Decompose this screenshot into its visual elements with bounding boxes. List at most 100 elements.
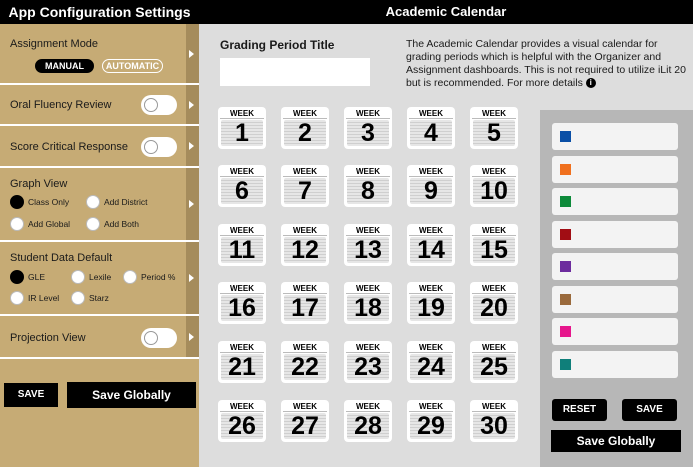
student-data-option[interactable]: Starz <box>71 291 109 305</box>
color-swatch <box>560 131 571 142</box>
week-card[interactable]: WEEK 25 <box>470 341 518 383</box>
week-card[interactable]: WEEK 17 <box>281 282 329 324</box>
color-swatch-row[interactable] <box>552 253 678 280</box>
graph-view-option[interactable]: Add District <box>86 195 147 209</box>
week-card[interactable]: WEEK 24 <box>407 341 455 383</box>
week-card[interactable]: WEEK 16 <box>218 282 266 324</box>
week-card[interactable]: WEEK 28 <box>344 400 392 442</box>
color-panel: RESET SAVE Save Globally <box>540 110 693 467</box>
week-card[interactable]: WEEK 11 <box>218 224 266 266</box>
score-critical-toggle[interactable] <box>141 137 177 157</box>
week-card[interactable]: WEEK 6 <box>218 165 266 207</box>
week-number: 15 <box>473 237 515 264</box>
color-swatch-row[interactable] <box>552 285 678 313</box>
student-data-option[interactable]: Lexile <box>71 270 111 284</box>
week-card[interactable]: WEEK 4 <box>407 107 455 149</box>
week-number: 24 <box>410 354 452 381</box>
save-globally-button[interactable]: Save Globally <box>67 382 196 408</box>
week-card[interactable]: WEEK 21 <box>218 341 266 383</box>
week-label: WEEK <box>409 401 453 412</box>
week-card[interactable]: WEEK 7 <box>281 165 329 207</box>
week-label: WEEK <box>283 166 327 177</box>
color-swatch-row[interactable] <box>552 350 678 378</box>
option-label: Class Only <box>28 197 70 207</box>
week-card[interactable]: WEEK 22 <box>281 341 329 383</box>
projection-toggle[interactable] <box>141 328 177 348</box>
oral-fluency-toggle[interactable] <box>141 95 177 115</box>
week-label: WEEK <box>283 225 327 236</box>
week-card[interactable]: WEEK 26 <box>218 400 266 442</box>
score-critical-label: Score Critical Response <box>10 141 128 153</box>
week-number: 12 <box>284 237 326 264</box>
projection-expand[interactable] <box>186 316 199 359</box>
option-label: Period % <box>141 272 176 282</box>
grading-period-title-input[interactable] <box>220 58 370 86</box>
radio-icon <box>86 217 100 231</box>
graph-view-expand[interactable] <box>186 168 199 242</box>
week-number: 16 <box>221 295 263 322</box>
week-card[interactable]: WEEK 19 <box>407 282 455 324</box>
week-card[interactable]: WEEK 20 <box>470 282 518 324</box>
manual-mode-button[interactable]: MANUAL <box>35 59 94 73</box>
color-swatch-row[interactable] <box>552 155 678 183</box>
student-data-option[interactable]: IR Level <box>10 291 59 305</box>
color-swatch-row[interactable] <box>552 318 678 345</box>
color-swatch-row[interactable] <box>552 123 678 150</box>
radio-icon <box>10 291 24 305</box>
student-data-option[interactable]: Period % <box>123 270 176 284</box>
graph-view-section: Graph View Class Only Add District Add G… <box>0 168 186 242</box>
color-swatch-row[interactable] <box>552 188 678 215</box>
score-critical-section: Score Critical Response <box>0 126 186 168</box>
week-card[interactable]: WEEK 29 <box>407 400 455 442</box>
color-swatch <box>560 228 571 240</box>
oral-fluency-expand[interactable] <box>186 85 199 126</box>
week-number: 7 <box>284 178 326 205</box>
week-label: WEEK <box>472 108 516 119</box>
week-card[interactable]: WEEK 3 <box>344 107 392 149</box>
color-swatch-row[interactable] <box>552 220 678 248</box>
week-card[interactable]: WEEK 14 <box>407 224 455 266</box>
week-card[interactable]: WEEK 12 <box>281 224 329 266</box>
graph-view-option[interactable]: Add Global <box>10 217 70 231</box>
week-label: WEEK <box>409 166 453 177</box>
week-number: 10 <box>473 178 515 205</box>
week-card[interactable]: WEEK 10 <box>470 165 518 207</box>
save-button[interactable]: SAVE <box>4 383 58 407</box>
week-label: WEEK <box>409 342 453 353</box>
week-number: 14 <box>410 237 452 264</box>
week-number: 21 <box>221 354 263 381</box>
automatic-mode-button[interactable]: AUTOMATIC <box>102 59 163 73</box>
week-label: WEEK <box>472 166 516 177</box>
week-label: WEEK <box>472 283 516 294</box>
reset-button[interactable]: RESET <box>552 399 607 421</box>
projection-label: Projection View <box>10 332 86 344</box>
week-card[interactable]: WEEK 5 <box>470 107 518 149</box>
week-label: WEEK <box>346 283 390 294</box>
week-card[interactable]: WEEK 9 <box>407 165 455 207</box>
settings-panel: App Configuration Settings Assignment Mo… <box>0 0 199 467</box>
graph-view-option[interactable]: Class Only <box>10 195 69 209</box>
week-label: WEEK <box>346 166 390 177</box>
assignment-mode-expand[interactable] <box>186 24 199 85</box>
week-number: 9 <box>410 178 452 205</box>
week-card[interactable]: WEEK 30 <box>470 400 518 442</box>
save-colors-button[interactable]: SAVE <box>622 399 677 421</box>
save-globally-colors-button[interactable]: Save Globally <box>551 430 681 452</box>
student-data-expand[interactable] <box>186 242 199 316</box>
week-card[interactable]: WEEK 23 <box>344 341 392 383</box>
week-number: 22 <box>284 354 326 381</box>
week-card[interactable]: WEEK 13 <box>344 224 392 266</box>
week-card[interactable]: WEEK 15 <box>470 224 518 266</box>
graph-view-option[interactable]: Add Both <box>86 217 139 231</box>
week-card[interactable]: WEEK 8 <box>344 165 392 207</box>
student-data-option[interactable]: GLE <box>10 270 45 284</box>
score-critical-expand[interactable] <box>186 126 199 168</box>
week-number: 28 <box>347 413 389 440</box>
radio-icon <box>86 195 100 209</box>
week-card[interactable]: WEEK 18 <box>344 282 392 324</box>
week-card[interactable]: WEEK 1 <box>218 107 266 149</box>
week-card[interactable]: WEEK 2 <box>281 107 329 149</box>
week-number: 25 <box>473 354 515 381</box>
week-card[interactable]: WEEK 27 <box>281 400 329 442</box>
info-icon[interactable]: i <box>585 78 596 89</box>
